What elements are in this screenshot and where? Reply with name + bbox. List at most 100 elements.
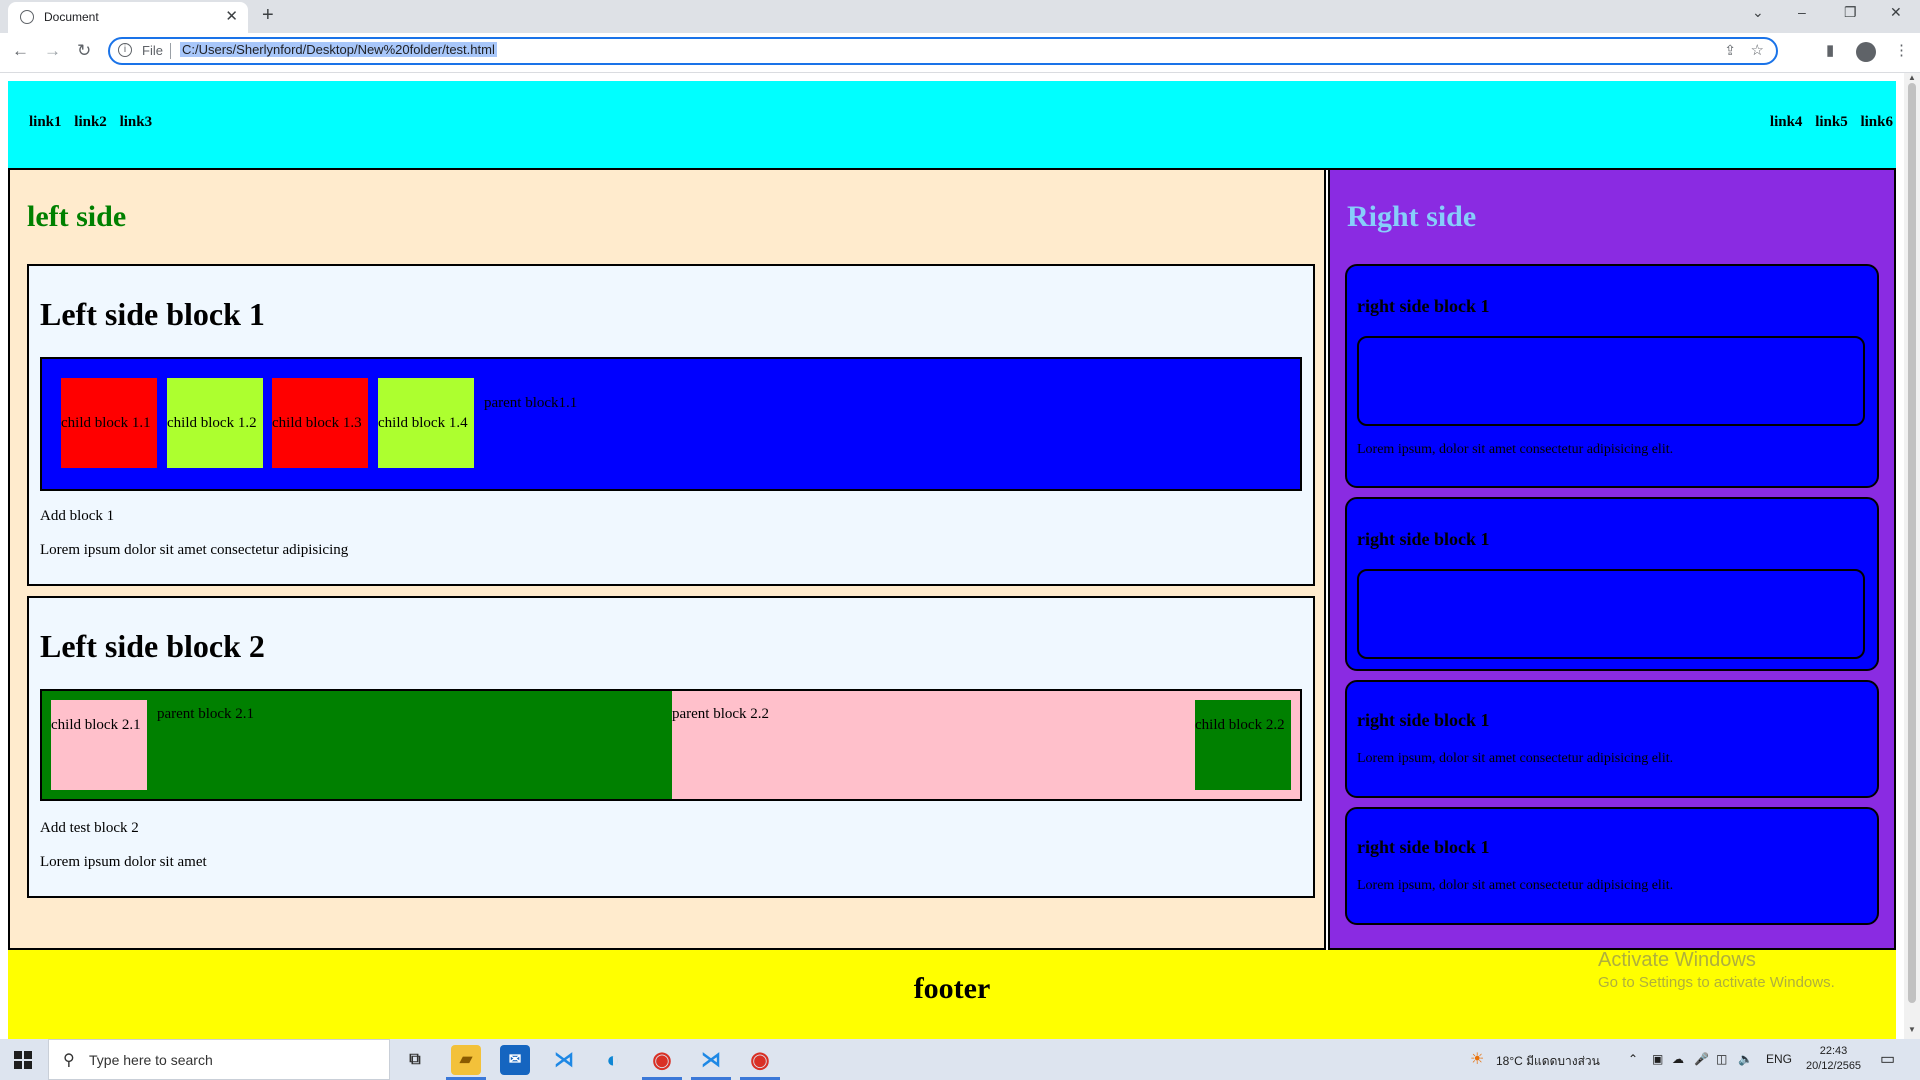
address-separator: [170, 43, 171, 59]
right-block-2-title: right side block 1: [1357, 529, 1490, 549]
scrollbar-thumb[interactable]: [1908, 83, 1916, 1003]
parent-block-2-1-label: parent block 2.1: [157, 706, 255, 722]
parent-block-1-1-label: parent block1.1: [484, 395, 578, 411]
parent-block-2-1: child block 2.1 parent block 2.1: [42, 691, 672, 799]
nav-link-1[interactable]: link1: [29, 114, 62, 130]
url-text[interactable]: C:/Users/Sherlynford/Desktop/New%20folde…: [180, 42, 497, 57]
child-block-1-4: child block 1.4: [378, 378, 474, 468]
nav-link-5[interactable]: link5: [1815, 114, 1848, 130]
nav-right: link4 link5 link6: [1770, 114, 1893, 131]
vscode-icon[interactable]: ⋊: [549, 1045, 579, 1075]
page-scrollbar[interactable]: ▲ ▼: [1904, 73, 1920, 1039]
nav-link-4[interactable]: link4: [1770, 114, 1803, 130]
tray-device-icon[interactable]: ▣: [1652, 1052, 1663, 1066]
right-block-1-text: Lorem ipsum, dolor sit amet consectetur …: [1357, 442, 1674, 457]
wifi-icon[interactable]: ◫: [1716, 1052, 1727, 1066]
edge-icon[interactable]: ◐: [598, 1045, 628, 1075]
scroll-down-icon[interactable]: ▼: [1908, 1025, 1916, 1034]
menu-kebab-icon[interactable]: ⋮: [1894, 41, 1909, 59]
tab-search-button[interactable]: ⌄: [1752, 4, 1764, 21]
child-block-1-2: child block 1.2: [167, 378, 263, 468]
microphone-icon[interactable]: 🎤: [1694, 1052, 1709, 1066]
globe-icon: [20, 10, 34, 24]
right-side-block-4: right side block 1 Lorem ipsum, dolor si…: [1345, 807, 1879, 925]
block-2-container: child block 2.1 parent block 2.1 parent …: [40, 689, 1302, 801]
speaker-icon[interactable]: 🔈: [1738, 1052, 1753, 1066]
block-2-add-text: Add test block 2: [40, 820, 139, 836]
watermark-subtitle: Go to Settings to activate Windows.: [1598, 974, 1835, 991]
mail-icon[interactable]: ✉: [500, 1045, 530, 1075]
right-block-4-text: Lorem ipsum, dolor sit amet consectetur …: [1357, 878, 1674, 893]
new-tab-button[interactable]: +: [262, 4, 274, 27]
notifications-icon[interactable]: ▭: [1880, 1049, 1895, 1069]
browser-tab[interactable]: Document ✕: [8, 2, 248, 33]
weather-text[interactable]: 18°C มีแดดบางส่วน: [1496, 1052, 1600, 1071]
watermark-title: Activate Windows: [1598, 949, 1756, 971]
task-view-icon[interactable]: ⧉: [400, 1045, 430, 1075]
block-2-lorem: Lorem ipsum dolor sit amet: [40, 854, 207, 870]
chrome-icon[interactable]: ◉: [647, 1045, 677, 1075]
reload-icon[interactable]: ↻: [77, 41, 91, 61]
weather-icon[interactable]: ☀: [1470, 1049, 1484, 1069]
bookmark-star-icon[interactable]: ☆: [1751, 41, 1764, 59]
right-side-block-2: right side block 1: [1345, 497, 1879, 671]
tab-title: Document: [44, 10, 99, 24]
child-block-1-1: child block 1.1: [61, 378, 157, 468]
restore-button[interactable]: ❐: [1844, 4, 1857, 21]
tray-chevron-icon[interactable]: ⌃: [1628, 1052, 1638, 1066]
search-icon: ⚲: [63, 1052, 75, 1069]
chrome-second-icon[interactable]: ◉: [745, 1045, 775, 1075]
nav-left: link1 link2 link3: [29, 114, 161, 131]
nav-link-3[interactable]: link3: [120, 114, 153, 130]
right-block-1-inner: [1357, 336, 1865, 426]
tab-close-icon[interactable]: ✕: [225, 7, 238, 25]
page-viewport: link1 link2 link3 link4 link5 link6 left…: [0, 73, 1904, 1039]
vscode-second-icon[interactable]: ⋊: [696, 1045, 726, 1075]
nav-link-6[interactable]: link6: [1860, 114, 1893, 130]
tray-network-cloud-icon[interactable]: ☁: [1672, 1052, 1684, 1066]
windows-start-icon[interactable]: [14, 1051, 32, 1069]
forward-arrow-icon[interactable]: →: [44, 41, 61, 61]
profile-avatar[interactable]: [1856, 42, 1876, 62]
right-block-2-inner: [1357, 569, 1865, 659]
block-1-lorem: Lorem ipsum dolor sit amet consectetur a…: [40, 542, 349, 558]
nav-link-2[interactable]: link2: [74, 114, 107, 130]
page-header: link1 link2 link3 link4 link5 link6: [8, 81, 1896, 170]
right-block-3-text: Lorem ipsum, dolor sit amet consectetur …: [1357, 751, 1674, 766]
right-block-1-title: right side block 1: [1357, 296, 1490, 316]
parent-block-1-1: child block 1.1 child block 1.2 child bl…: [40, 357, 1302, 491]
taskbar-search-box[interactable]: ⚲ Type here to search: [48, 1039, 390, 1080]
address-bar[interactable]: i File C:/Users/Sherlynford/Desktop/New%…: [108, 37, 1778, 65]
clock-date: 20/12/2565: [1806, 1060, 1862, 1072]
back-arrow-icon[interactable]: ←: [12, 41, 29, 61]
taskbar-search-placeholder: Type here to search: [89, 1052, 213, 1068]
file-explorer-icon[interactable]: ▰: [451, 1045, 481, 1075]
right-block-3-title: right side block 1: [1357, 710, 1490, 730]
left-side-panel: left side Left side block 1 child block …: [8, 170, 1326, 950]
clock-time: 22:43: [1819, 1045, 1848, 1057]
block-1-add-text: Add block 1: [40, 508, 115, 524]
right-side-block-1: right side block 1 Lorem ipsum, dolor si…: [1345, 264, 1879, 488]
right-block-4-title: right side block 1: [1357, 837, 1490, 857]
share-icon[interactable]: ⇪: [1724, 42, 1736, 59]
child-block-1-3: child block 1.3: [272, 378, 368, 468]
child-block-2-2: child block 2.2: [1195, 700, 1291, 790]
right-side-block-3: right side block 1 Lorem ipsum, dolor si…: [1345, 680, 1879, 798]
right-side-heading: Right side: [1347, 200, 1477, 233]
right-side-panel: Right side right side block 1 Lorem ipsu…: [1328, 170, 1896, 950]
window-close-button[interactable]: ✕: [1890, 4, 1902, 21]
block-1-title: Left side block 1: [40, 296, 265, 332]
taskbar-clock[interactable]: 22:43 20/12/2565: [1806, 1044, 1861, 1074]
left-side-block-2: Left side block 2 child block 2.1 parent…: [27, 596, 1315, 898]
left-side-block-1: Left side block 1 child block 1.1 child …: [27, 264, 1315, 586]
language-indicator[interactable]: ENG: [1766, 1052, 1792, 1066]
browser-toolbar: ← → ↻ i File C:/Users/Sherlynford/Deskto…: [0, 33, 1920, 73]
windows-taskbar: ⚲ Type here to search ⧉ ▰ ✉ ⋊ ◐ ◉ ⋊ ◉ ☀ …: [0, 1039, 1920, 1080]
side-panel-icon[interactable]: ▮: [1826, 41, 1834, 59]
info-icon[interactable]: i: [118, 43, 132, 57]
minimize-button[interactable]: –: [1798, 4, 1806, 20]
block-2-title: Left side block 2: [40, 628, 265, 664]
child-block-2-1: child block 2.1: [51, 700, 147, 790]
left-side-heading: left side: [27, 200, 127, 233]
scroll-up-icon[interactable]: ▲: [1908, 73, 1916, 82]
